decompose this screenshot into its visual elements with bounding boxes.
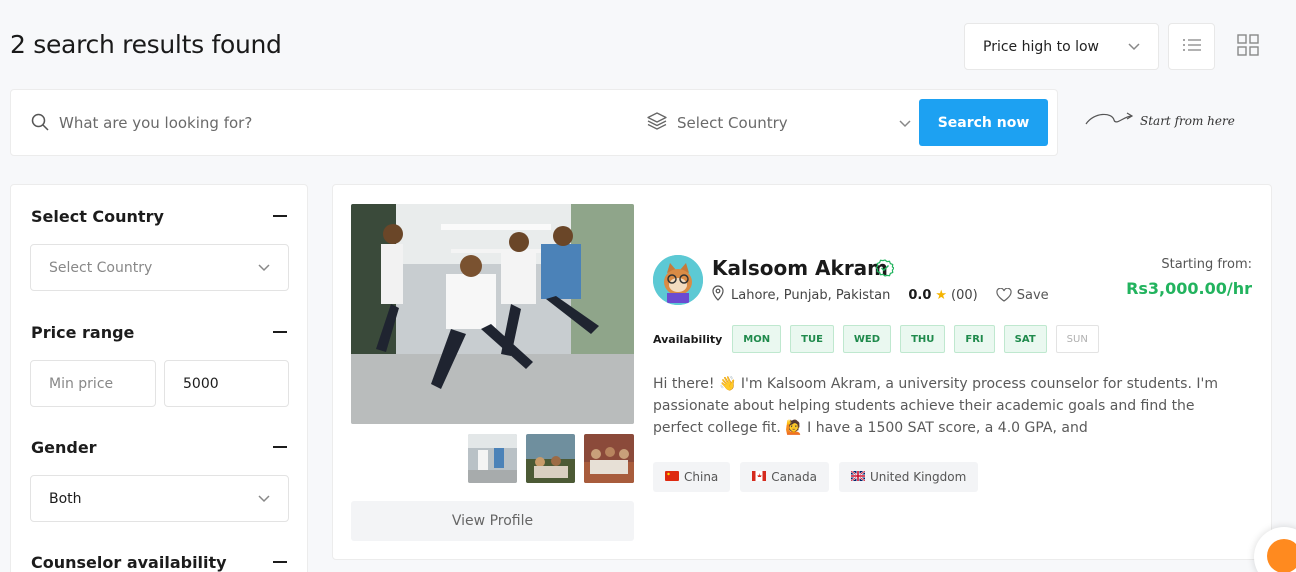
chevron-down-icon bbox=[258, 260, 270, 276]
heart-icon bbox=[996, 288, 1012, 302]
country-tag-canada[interactable]: Canada bbox=[740, 462, 829, 492]
uk-flag-icon bbox=[850, 470, 866, 484]
layers-icon bbox=[647, 112, 667, 134]
collapse-country-button[interactable] bbox=[273, 215, 287, 217]
day-badge-wed: WED bbox=[842, 325, 892, 353]
country-tag-label: Canada bbox=[771, 470, 817, 484]
chevron-down-icon bbox=[258, 491, 270, 507]
country-filter-value: Select Country bbox=[49, 259, 153, 276]
counselor-card: View Profile Kalsoom Akram Lahore, Punja… bbox=[332, 184, 1272, 560]
counselor-bio: Hi there! 👋 I'm Kalsoom Akram, a univers… bbox=[653, 376, 1218, 436]
avatar bbox=[653, 255, 703, 305]
country-tag-united-kingdom[interactable]: United Kingdom bbox=[838, 462, 979, 492]
gender-heading: Gender bbox=[31, 438, 97, 457]
max-price-value: 5000 bbox=[183, 375, 219, 392]
price-range-heading: Price range bbox=[31, 323, 135, 342]
save-button[interactable]: Save bbox=[996, 288, 1049, 303]
counselor-main-photo[interactable] bbox=[351, 204, 634, 424]
view-profile-button[interactable]: View Profile bbox=[351, 501, 634, 541]
grid-view-button[interactable] bbox=[1224, 23, 1271, 70]
country-tag-label: United Kingdom bbox=[869, 470, 967, 484]
chat-icon bbox=[1267, 539, 1296, 572]
collapse-availability-button[interactable] bbox=[273, 561, 287, 563]
country-tags: China Canada United Kingdom bbox=[653, 462, 988, 492]
hint-text: Start from here bbox=[1140, 113, 1235, 128]
list-view-icon bbox=[1182, 37, 1202, 57]
grid-view-icon bbox=[1236, 33, 1259, 60]
review-count: (00) bbox=[951, 287, 978, 303]
country-tag-china[interactable]: China bbox=[653, 462, 731, 492]
collapse-gender-button[interactable] bbox=[273, 446, 287, 448]
gallery-thumbnail[interactable] bbox=[468, 434, 517, 483]
counselor-name[interactable]: Kalsoom Akram bbox=[712, 256, 888, 280]
day-badge-thu: THU bbox=[900, 325, 946, 353]
search-now-button[interactable]: Search now bbox=[919, 99, 1048, 146]
country-filter-select[interactable]: Select Country bbox=[30, 244, 289, 291]
price-value: Rs3,000.00/hr bbox=[1126, 279, 1252, 298]
counselor-rating: 0.0 bbox=[908, 287, 932, 303]
counselor-meta: Lahore, Punjab, Pakistan 0.0 ★ (00) Save bbox=[711, 285, 1049, 305]
day-badge-mon: MON bbox=[732, 325, 782, 353]
day-badge-sun: SUN bbox=[1055, 325, 1099, 353]
chevron-down-icon bbox=[1128, 39, 1140, 55]
counselor-location: Lahore, Punjab, Pakistan bbox=[731, 287, 891, 303]
star-icon: ★ bbox=[935, 287, 948, 303]
collapse-price-button[interactable] bbox=[273, 331, 287, 333]
canada-flag-icon bbox=[752, 470, 767, 484]
search-country-select[interactable]: Select Country bbox=[647, 108, 911, 138]
country-tag-label: China bbox=[684, 470, 719, 484]
list-view-button[interactable] bbox=[1168, 23, 1215, 70]
min-price-placeholder: Min price bbox=[49, 375, 114, 392]
day-badge-tue: TUE bbox=[790, 325, 834, 353]
gallery-thumbnail[interactable] bbox=[584, 434, 634, 483]
filter-sidebar: Select Country Select Country Price rang… bbox=[10, 184, 308, 572]
price-label: Starting from: bbox=[1161, 257, 1252, 272]
chevron-down-icon bbox=[899, 114, 911, 132]
availability-label: Availability bbox=[653, 332, 723, 346]
max-price-input[interactable]: 5000 bbox=[164, 360, 289, 407]
day-badge-fri: FRI bbox=[954, 325, 995, 353]
save-label: Save bbox=[1016, 287, 1049, 303]
availability-row: Availability MON TUE WED THU FRI SAT SUN bbox=[653, 325, 1108, 353]
country-filter-heading: Select Country bbox=[31, 207, 164, 226]
day-badge-sat: SAT bbox=[1003, 325, 1047, 353]
gender-value: Both bbox=[49, 490, 82, 507]
gender-select[interactable]: Both bbox=[30, 475, 289, 522]
search-icon bbox=[31, 113, 49, 135]
search-bar: Select Country Search now bbox=[10, 89, 1058, 156]
sort-label: Price high to low bbox=[983, 38, 1099, 55]
china-flag-icon bbox=[665, 470, 679, 484]
sort-dropdown[interactable]: Price high to low bbox=[964, 23, 1159, 70]
verified-icon bbox=[875, 259, 895, 281]
gallery-thumbnail[interactable] bbox=[526, 434, 575, 483]
min-price-input[interactable]: Min price bbox=[30, 360, 156, 407]
start-hint: Start from here bbox=[1078, 110, 1235, 131]
search-input[interactable] bbox=[59, 110, 599, 136]
search-country-label: Select Country bbox=[677, 114, 788, 132]
hint-arrow-icon bbox=[1084, 110, 1134, 131]
results-title: 2 search results found bbox=[10, 30, 282, 59]
location-pin-icon bbox=[711, 285, 725, 305]
availability-filter-heading: Counselor availability bbox=[31, 553, 227, 572]
